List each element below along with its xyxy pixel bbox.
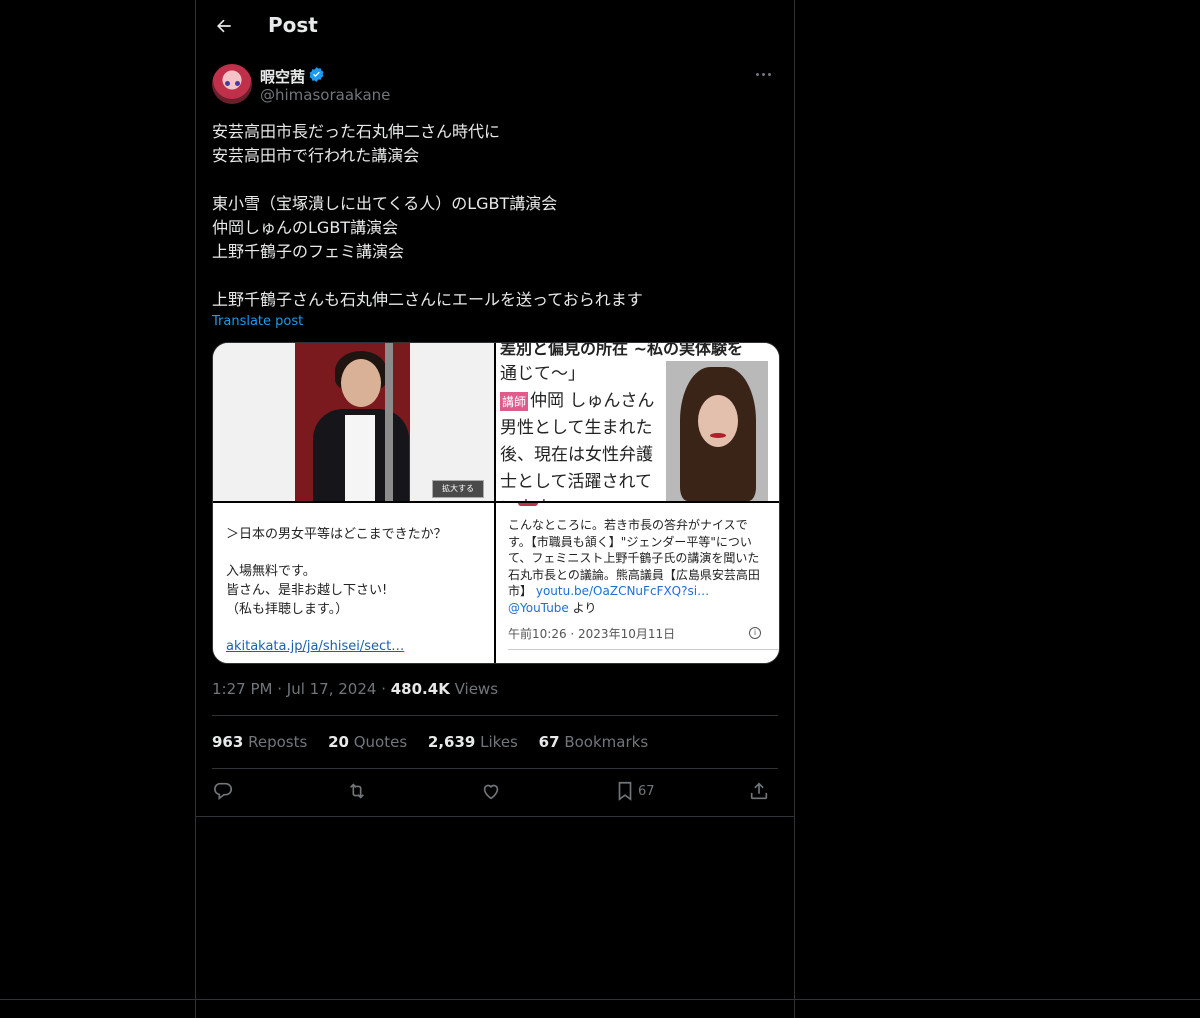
reposts-stat[interactable]: 963 Reposts: [212, 733, 307, 751]
post-date[interactable]: Jul 17, 2024: [287, 680, 377, 698]
media-image-1[interactable]: 拡大する: [213, 343, 494, 501]
translate-post-link[interactable]: Translate post: [212, 314, 303, 329]
back-button[interactable]: [212, 14, 236, 38]
image-text-line: います: [500, 493, 551, 501]
lecturer-badge: 講師: [500, 392, 529, 411]
more-options-button[interactable]: [752, 64, 776, 84]
divider: [212, 768, 778, 769]
tweet-text-line: 上野千鶴子のフェミ講演会: [212, 242, 405, 261]
image-text-fragment: 差別と偏見の所在 ~私の実体験を: [500, 343, 743, 358]
post-timestamp: 1:27 PM · Jul 17, 2024 · 480.4K Views: [212, 680, 499, 698]
media-image-4[interactable]: こんなところに。若き市長の答弁がナイスです。【市職員も頷く】"ジェンダー平等"に…: [496, 503, 779, 663]
image-text-line: 講師 仲岡 しゅんさん: [500, 391, 655, 411]
avatar[interactable]: [212, 64, 252, 104]
image-text-line: 皆さん、是非お越し下さい!: [226, 583, 388, 598]
info-icon: i: [749, 627, 761, 639]
image-link-text: akitakata.jp/ja/shisei/sect…: [226, 639, 405, 654]
expand-label: 拡大する: [432, 480, 484, 498]
main-column: Post 暇空茜 @himasoraakane 安芸高田市長だった石丸伸二さん時…: [195, 0, 795, 1018]
repost-icon: [349, 783, 365, 799]
likes-stat[interactable]: 2,639 Likes: [428, 733, 518, 751]
handle[interactable]: @himasoraakane: [260, 86, 390, 104]
tweet-text-line: [212, 264, 778, 288]
image-text-line: ＞日本の男女平等はどこまできたか？: [226, 527, 447, 542]
reply-icon: [214, 782, 232, 801]
image-text-line: 通じて〜」: [500, 364, 585, 384]
tweet-text-line: 上野千鶴子さんも石丸伸二さんにエールを送っておられます: [212, 290, 643, 309]
arrow-left-icon: [217, 19, 231, 33]
portrait-photo: [666, 361, 768, 501]
divider: [212, 715, 778, 716]
media-image-2[interactable]: 差別と偏見の所在 ~私の実体験を 通じて〜」 講師 仲岡 しゅんさん 男性として生…: [496, 343, 779, 501]
post-time[interactable]: 1:27 PM: [212, 680, 272, 698]
tweet-text-line: 安芸高田市長だった石丸伸二さん時代に: [212, 122, 501, 141]
reply-button[interactable]: [212, 780, 234, 808]
image-text-line: 男性として生まれた: [500, 418, 653, 438]
page-title: Post: [268, 13, 318, 37]
image-tweet-text: こんなところに。若き市長の答弁がナイスです。【市職員も頷く】"ジェンダー平等"に…: [508, 518, 760, 615]
top-bar: Post: [196, 0, 794, 54]
tweet-text-line: 安芸高田市で行われた講演会: [212, 146, 420, 165]
quotes-stat[interactable]: 20 Quotes: [328, 733, 407, 751]
tweet-text-line: 仲岡しゅんのLGBT講演会: [212, 218, 399, 237]
tweet-text-line: 東小雪（宝塚潰しに出てくる人）のLGBT講演会: [212, 194, 558, 213]
share-button[interactable]: [748, 780, 770, 808]
tweet-text: 安芸高田市長だった石丸伸二さん時代に 安芸高田市で行われた講演会東小雪（宝塚潰しに…: [212, 120, 778, 312]
image-text-line: 士として活躍されて: [500, 472, 652, 492]
share-icon: [750, 782, 768, 800]
views-label: Views: [454, 680, 499, 698]
engagement-stats: 963 Reposts 20 Quotes 2,639 Likes 67 Boo…: [212, 733, 664, 751]
image-timestamp: 午前10:26 · 2023年10月11日: [508, 627, 676, 641]
action-bar: 67: [212, 780, 778, 808]
author-row: 暇空茜 @himasoraakane: [212, 64, 778, 108]
tweet-text-line: [212, 168, 778, 192]
like-button[interactable]: [480, 780, 502, 808]
image-text-line: 入場無料です。: [226, 564, 316, 579]
media-image-3[interactable]: ＞日本の男女平等はどこまできたか？ 入場無料です。 皆さん、是非お越し下さい! …: [213, 503, 494, 663]
divider: [196, 816, 794, 817]
display-name[interactable]: 暇空茜: [260, 66, 305, 87]
views-count: 480.4K: [390, 680, 450, 698]
bookmark-count: 67: [638, 783, 655, 799]
image-text-line: 後、現在は女性弁護: [500, 445, 653, 465]
bookmarks-stat[interactable]: 67 Bookmarks: [539, 733, 648, 751]
bookmark-icon: [618, 781, 632, 801]
image-text-line: （私も拝聴します。）: [226, 602, 349, 617]
verified-badge-icon: [309, 67, 324, 82]
heart-icon: [483, 784, 499, 800]
repost-button[interactable]: [346, 780, 368, 808]
divider: [0, 999, 1200, 1000]
media-grid: 拡大する 差別と偏見の所在 ~私の実体験を 通じて〜」 講師 仲岡 しゅんさん 男…: [212, 342, 780, 664]
bookmark-button[interactable]: 67: [614, 780, 655, 808]
